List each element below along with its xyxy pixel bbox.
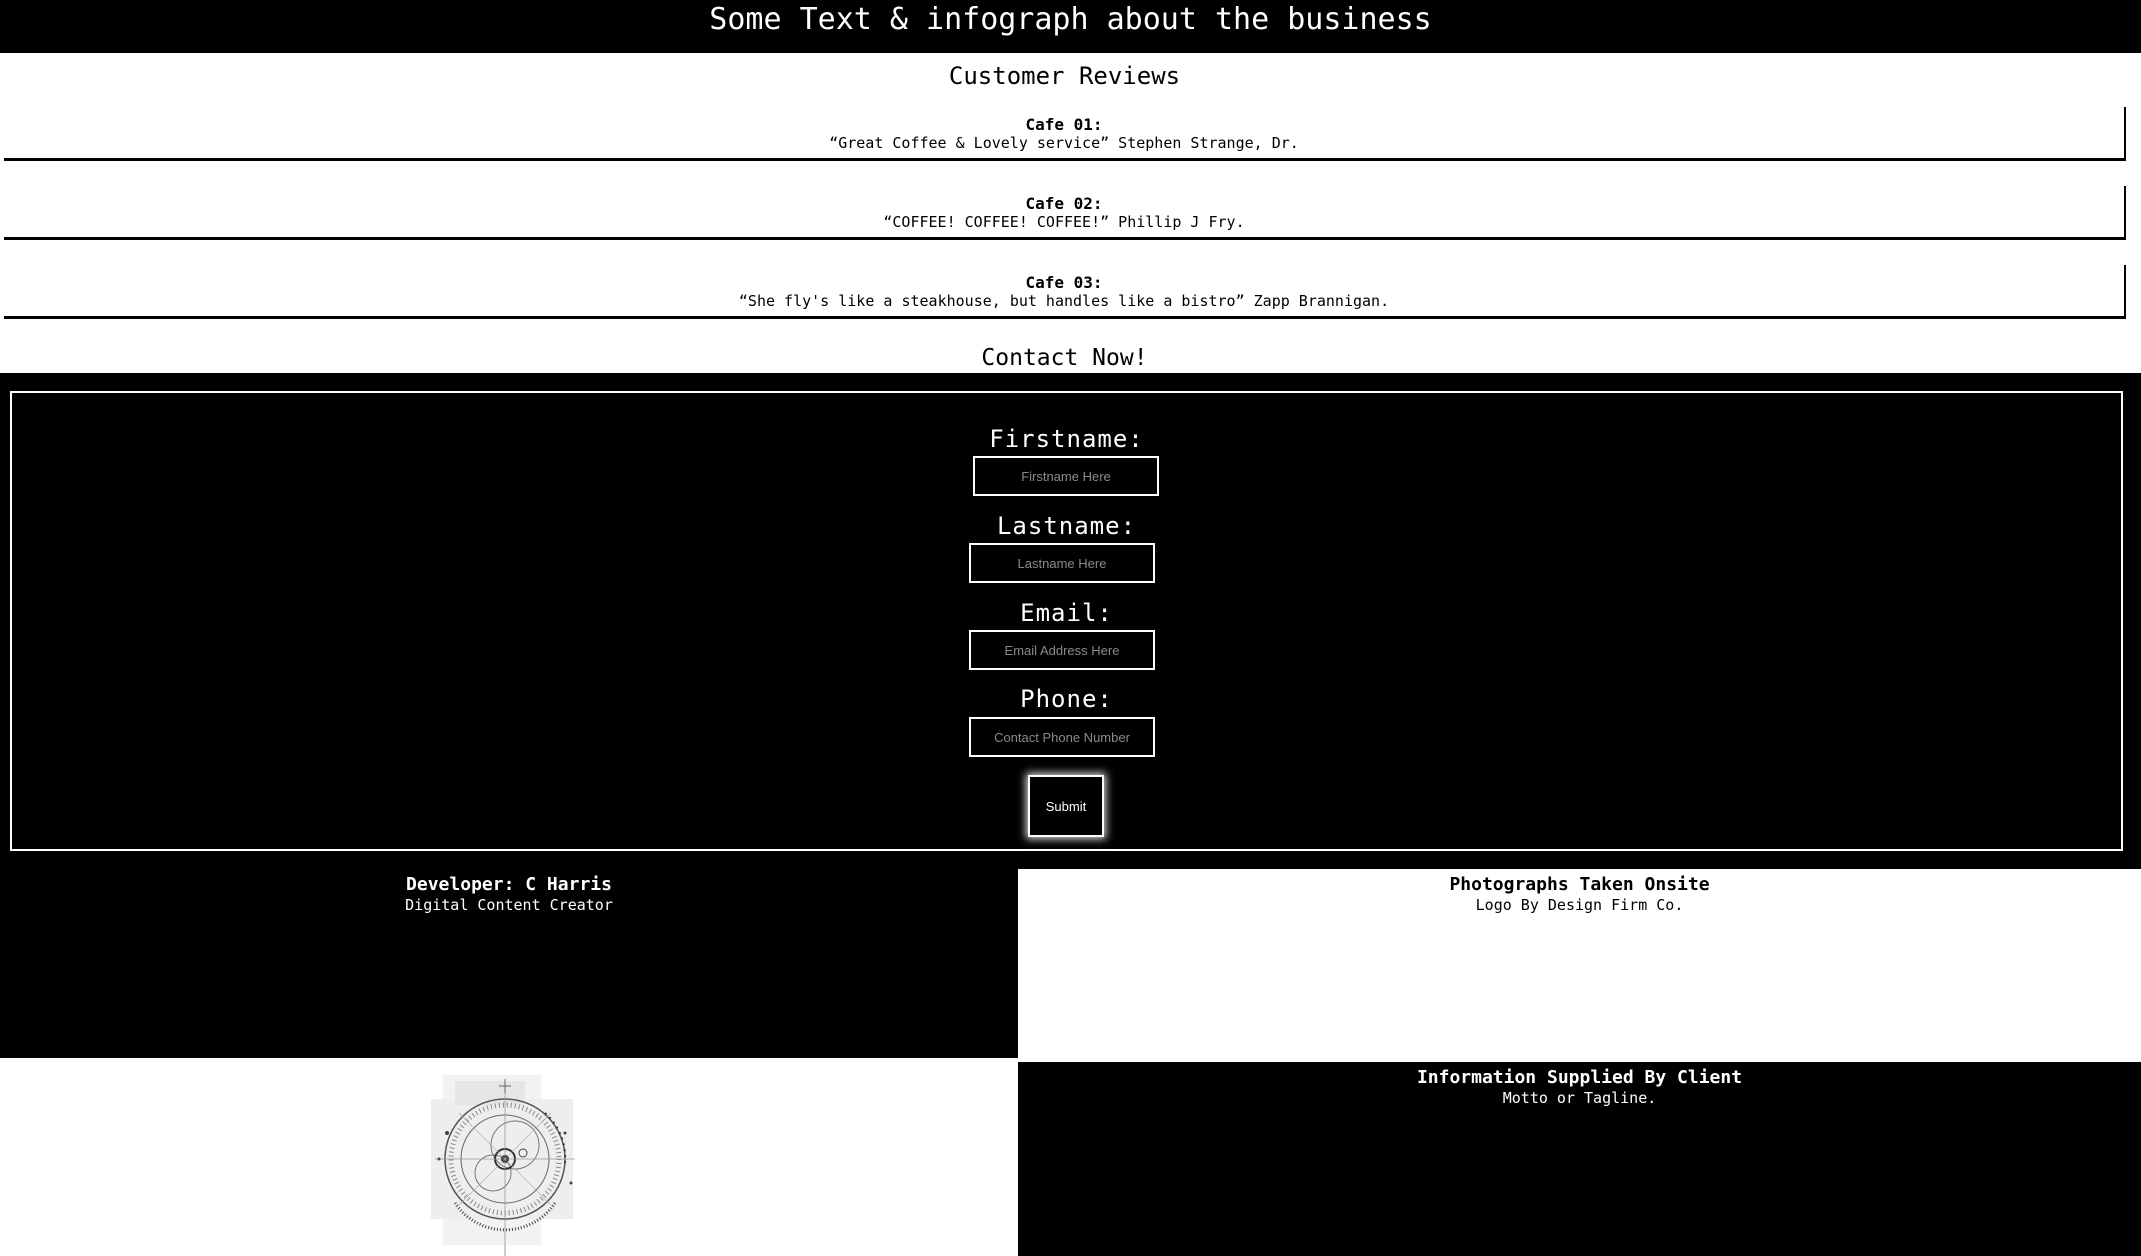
info-heading: Information Supplied By Client — [1416, 1067, 1743, 1088]
submit-button[interactable]: Submit — [1028, 775, 1104, 837]
photos-heading: Photographs Taken Onsite — [1449, 874, 1710, 895]
footer-photos: Photographs Taken Onsite Logo By Design … — [1018, 869, 2141, 1058]
phone-input[interactable] — [969, 717, 1155, 757]
review-quote: “Great Coffee & Lovely service” Stephen … — [829, 134, 1299, 152]
lastname-label: Lastname: — [996, 512, 1137, 540]
review-name: Cafe 01: — [1025, 115, 1103, 134]
banner-text: Some Text & infograph about the business — [709, 2, 1432, 37]
info-subtitle: Motto or Tagline. — [1502, 1089, 1657, 1107]
review-quote: “COFFEE! COFFEE! COFFEE!” Phillip J Fry. — [883, 213, 1245, 231]
firstname-label: Firstname: — [989, 425, 1144, 453]
contact-form: Firstname: Lastname: Email: Phone: Submi… — [10, 391, 2123, 851]
footer-info: Information Supplied By Client Motto or … — [1018, 1062, 2141, 1256]
phone-label: Phone: — [1020, 685, 1113, 713]
email-label: Email: — [1020, 599, 1113, 627]
lastname-input[interactable] — [969, 543, 1155, 583]
review-card-2: Cafe 02: “COFFEE! COFFEE! COFFEE!” Phill… — [4, 186, 2126, 240]
contact-title: Contact Now! — [981, 345, 1148, 371]
review-quote: “She fly's like a steakhouse, but handle… — [738, 292, 1390, 310]
firstname-input[interactable] — [973, 456, 1159, 496]
footer-developer: Developer: C Harris Digital Content Crea… — [0, 869, 1018, 1058]
review-name: Cafe 02: — [1025, 194, 1103, 213]
reviews-title: Customer Reviews — [948, 62, 1181, 90]
review-name: Cafe 03: — [1025, 273, 1103, 292]
top-banner: Some Text & infograph about the business — [0, 0, 2141, 53]
circular-infograph-logo-icon — [431, 1075, 575, 1256]
contact-form-panel: Firstname: Lastname: Email: Phone: Submi… — [0, 373, 2141, 869]
photos-subtitle: Logo By Design Firm Co. — [1475, 896, 1684, 914]
developer-subtitle: Digital Content Creator — [405, 896, 613, 914]
review-card-1: Cafe 01: “Great Coffee & Lovely service”… — [4, 107, 2126, 161]
review-card-3: Cafe 03: “She fly's like a steakhouse, b… — [4, 265, 2126, 319]
email-input[interactable] — [969, 630, 1155, 670]
developer-heading: Developer: C Harris — [406, 874, 612, 895]
